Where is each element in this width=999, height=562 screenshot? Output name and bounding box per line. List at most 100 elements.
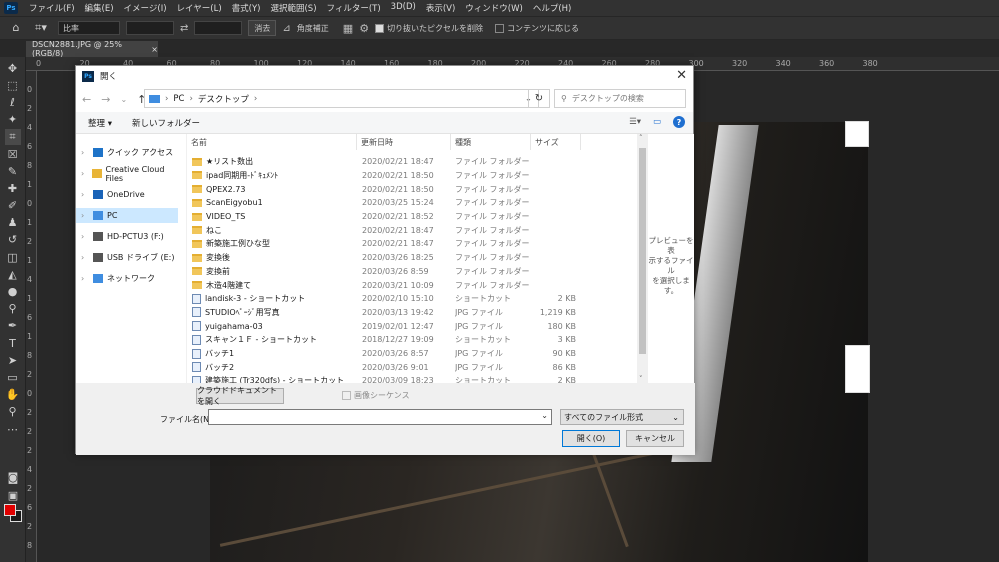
menu-item[interactable]: 表示(V) (421, 2, 460, 14)
file-row[interactable]: 変換前 2020/03/26 8:59 ファイル フォルダー (187, 265, 627, 279)
gear-icon[interactable]: ⚙ (359, 22, 369, 35)
nav-item[interactable]: › HD-PCTU3 (F:) (76, 229, 178, 244)
menu-item[interactable]: ファイル(F) (24, 2, 80, 14)
expand-chevron-icon[interactable]: › (81, 190, 89, 199)
view-options-icon[interactable]: ☰▾ (629, 117, 641, 127)
path-selection-icon[interactable]: ➤ (5, 353, 21, 369)
pen-tool-icon[interactable]: ✒ (5, 318, 21, 334)
expand-chevron-icon[interactable]: › (81, 211, 89, 220)
zoom-tool-icon[interactable]: ⚲ (5, 404, 21, 420)
straighten-icon[interactable]: ⊿ (282, 23, 290, 34)
breadcrumb-pc[interactable]: PC (173, 94, 184, 104)
file-row[interactable]: 建築施工 (Tr320dfs) - ショートカット 2020/03/09 18:2… (187, 374, 627, 383)
home-icon[interactable]: ⌂ (8, 20, 24, 36)
column-size[interactable]: サイズ (531, 134, 581, 150)
expand-chevron-icon[interactable]: › (81, 274, 89, 283)
expand-chevron-icon[interactable]: › (81, 148, 89, 157)
menu-item[interactable]: ヘルプ(H) (528, 2, 577, 14)
image-sequence-checkbox[interactable]: 画像シーケンス (342, 390, 410, 401)
menu-item[interactable]: フィルター(T) (322, 2, 386, 14)
file-row[interactable]: スキャン１Ｆ - ショートカット 2018/12/27 19:09 ショートカット 3… (187, 333, 627, 347)
content-aware-checkbox[interactable]: コンテンツに応じる (495, 23, 579, 34)
open-button[interactable]: 開く(O) (562, 430, 620, 447)
breadcrumb-desktop[interactable]: デスクトップ (198, 93, 249, 105)
expand-chevron-icon[interactable]: › (81, 169, 88, 178)
new-folder-button[interactable]: 新しいフォルダー (132, 117, 200, 129)
menu-item[interactable]: 3D(D) (386, 2, 421, 14)
width-input[interactable] (126, 21, 174, 35)
foreground-color-swatch[interactable] (4, 504, 16, 516)
delete-cropped-checkbox[interactable]: 切り抜いたピクセルを削除 (375, 23, 483, 34)
open-cloud-documents-button[interactable]: クラウドドキュメントを開く (196, 386, 284, 406)
nav-item[interactable]: › クイック アクセス (76, 145, 178, 160)
document-tab-close-icon[interactable]: × (151, 45, 158, 54)
file-row[interactable]: バッチ1 2020/03/26 8:57 JPG ファイル 90 KB (187, 347, 627, 361)
back-arrow-icon[interactable]: ← (82, 93, 91, 106)
rectangle-tool-icon[interactable]: ▭ (5, 370, 21, 386)
crop-handle-top-right[interactable] (845, 121, 869, 147)
grid-overlay-icon[interactable]: ▦ (343, 22, 353, 35)
brush-tool-icon[interactable]: ✐ (5, 198, 21, 214)
refresh-icon[interactable]: ↻ (528, 89, 550, 108)
file-row[interactable]: landisk-3 - ショートカット 2020/02/10 15:10 ショートカ… (187, 292, 627, 306)
help-icon[interactable]: ? (673, 116, 685, 128)
forward-arrow-icon[interactable]: → (101, 93, 110, 106)
scrollbar-thumb[interactable] (639, 148, 646, 354)
quick-mask-icon[interactable]: ◙ (5, 470, 21, 486)
address-bar[interactable]: › PC › デスクトップ › ⌄ (144, 89, 539, 108)
clone-stamp-icon[interactable]: ♟ (5, 215, 21, 231)
column-date[interactable]: 更新日時 (357, 134, 451, 150)
nav-item[interactable]: › USB ドライブ (E:) (76, 250, 178, 265)
history-brush-icon[interactable]: ↺ (5, 232, 21, 248)
file-row[interactable]: VIDEO_TS 2020/02/21 18:52 ファイル フォルダー (187, 210, 627, 224)
cancel-button[interactable]: キャンセル (626, 430, 684, 447)
healing-brush-icon[interactable]: ✚ (5, 181, 21, 197)
filename-dropdown-icon[interactable]: ⌄ (541, 411, 548, 420)
crop-tool-icon[interactable]: ⌗▾ (30, 20, 52, 36)
menu-item[interactable]: 書式(Y) (227, 2, 266, 14)
menu-item[interactable]: 選択範囲(S) (265, 2, 321, 14)
crop-tool-icon[interactable]: ⌗ (4, 129, 21, 146)
eyedropper-icon[interactable]: ✎ (5, 164, 21, 180)
dialog-close-icon[interactable]: ✕ (676, 68, 687, 83)
file-row[interactable]: 木造4階建て 2020/03/21 10:09 ファイル フォルダー (187, 278, 627, 292)
type-tool-icon[interactable]: T (5, 336, 21, 352)
filename-input[interactable]: ⌄ (208, 409, 552, 425)
crop-handle-right[interactable] (845, 345, 870, 393)
magic-wand-icon[interactable]: ✦ (5, 112, 21, 128)
nav-item[interactable]: › ネットワーク (76, 271, 178, 286)
photoshop-logo-icon[interactable]: Ps (4, 2, 18, 14)
file-row[interactable]: ipad同期用-ﾄﾞｷｭﾒﾝﾄ 2020/02/21 18:50 ファイル フォルダ… (187, 169, 627, 183)
document-tab[interactable]: DSCN2881.JPG @ 25% (RGB/8) × (26, 40, 158, 58)
menu-item[interactable]: レイヤー(L) (172, 2, 227, 14)
file-row[interactable]: yuigahama-03 2019/02/01 12:47 JPG ファイル 180 … (187, 319, 627, 333)
expand-chevron-icon[interactable]: › (81, 232, 89, 241)
marquee-tool-icon[interactable]: ⬚ (5, 78, 21, 94)
file-row[interactable]: ★リスト数出 2020/02/21 18:47 ファイル フォルダー (187, 155, 627, 169)
file-type-select[interactable]: すべてのファイル形式 ⌄ (560, 409, 684, 425)
ratio-select[interactable]: 比率 (58, 21, 120, 35)
paint-bucket-icon[interactable]: ◭ (5, 267, 21, 283)
swap-icon[interactable]: ⇄ (180, 23, 188, 34)
expand-chevron-icon[interactable]: › (81, 253, 89, 262)
scroll-down-icon[interactable]: ˅ (639, 375, 643, 383)
file-row[interactable]: QPEX2.73 2020/02/21 18:50 ファイル フォルダー (187, 182, 627, 196)
move-tool-icon[interactable]: ✥ (5, 61, 21, 77)
lasso-tool-icon[interactable]: ℓ (5, 95, 21, 111)
eraser-icon[interactable]: ◫ (5, 250, 21, 266)
clear-button[interactable]: 消去 (248, 20, 277, 36)
file-row[interactable]: 新築施工例ひな型 2020/02/21 18:47 ファイル フォルダー (187, 237, 627, 251)
nav-item[interactable]: › OneDrive (76, 187, 178, 202)
column-name[interactable]: 名前 (187, 134, 357, 150)
preview-pane-icon[interactable]: ▭ (653, 117, 661, 127)
menu-item[interactable]: 編集(E) (80, 2, 119, 14)
organize-button[interactable]: 整理 ▾ (88, 117, 112, 129)
file-row[interactable]: STUDIOﾍﾟｰｼﾞ用写真 2020/03/13 19:42 JPG ファイル 1,… (187, 306, 627, 320)
column-type[interactable]: 種類 (451, 134, 531, 150)
frame-tool-icon[interactable]: ☒ (5, 147, 21, 163)
history-dropdown-icon[interactable]: ⌄ (120, 95, 127, 104)
hand-tool-icon[interactable]: ✋ (5, 387, 21, 403)
more-tools-icon[interactable]: ⋯ (5, 422, 21, 438)
screen-mode-icon[interactable]: ▣ (5, 488, 21, 504)
dodge-tool-icon[interactable]: ⚲ (5, 301, 21, 317)
